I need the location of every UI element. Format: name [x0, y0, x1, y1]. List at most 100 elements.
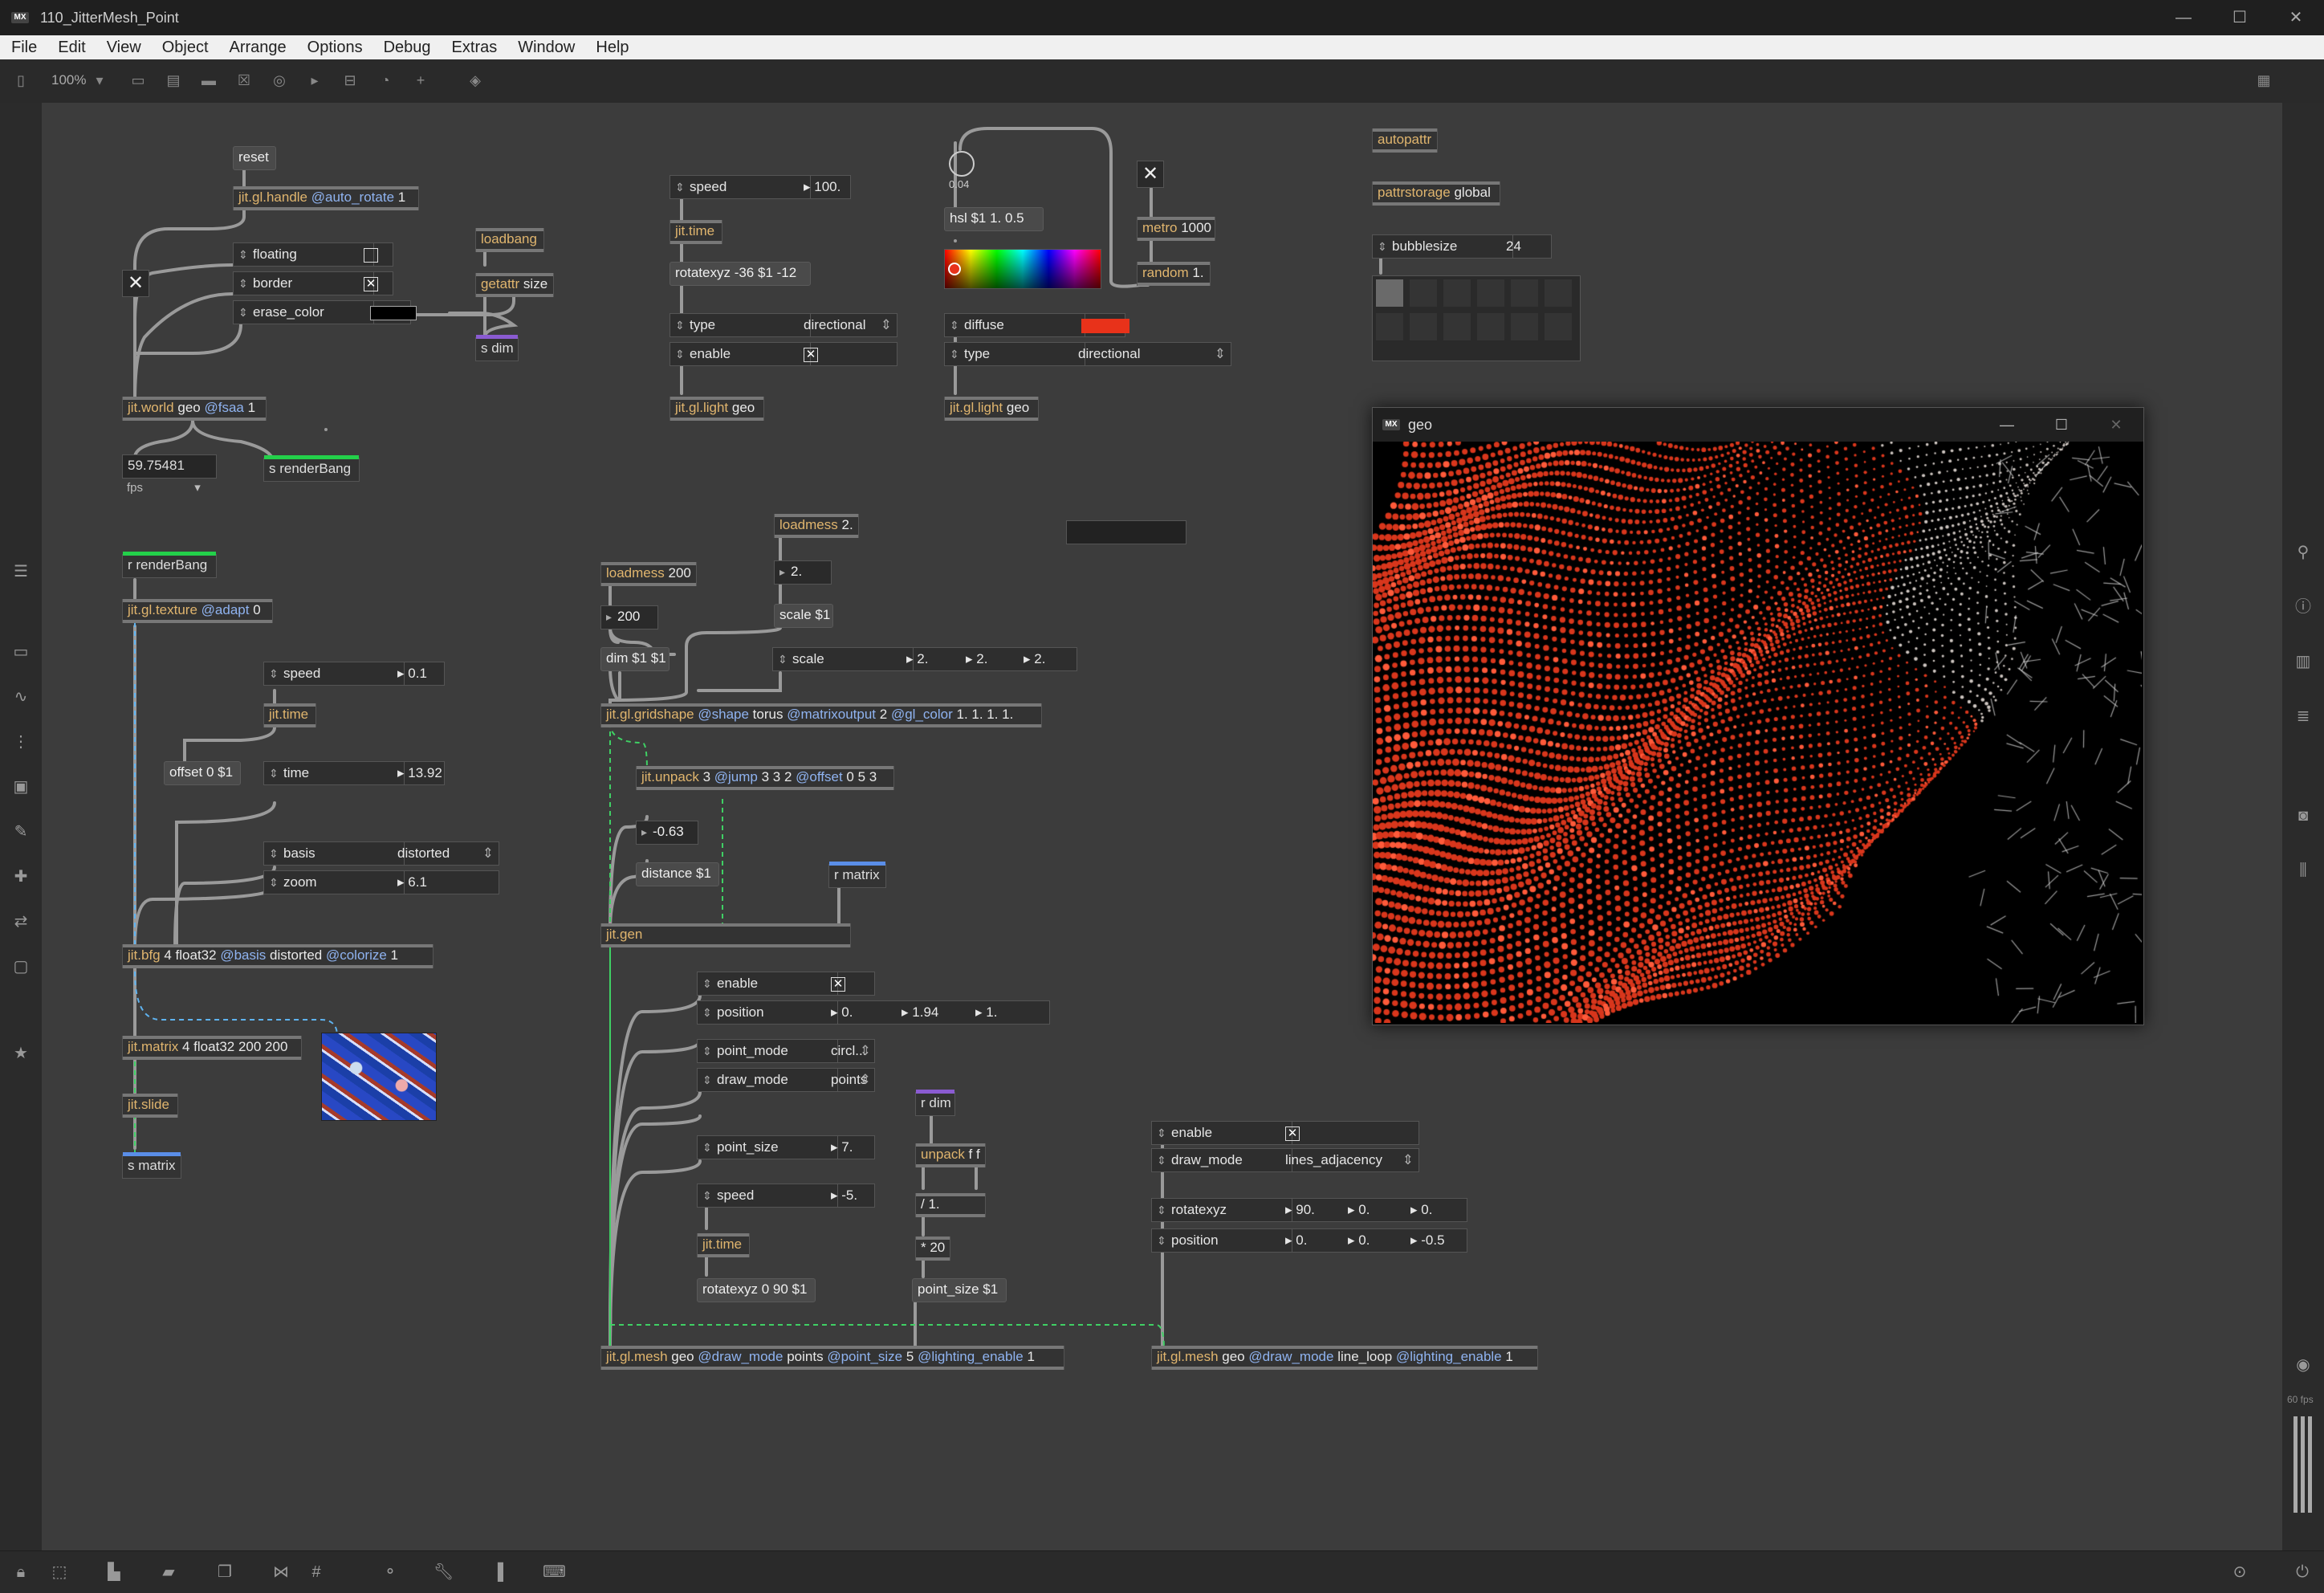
point-mode-attrui[interactable]: point_mode circl... ⇕ [697, 1039, 875, 1063]
preset-cell[interactable] [1410, 279, 1437, 307]
mesh2-position-attrui[interactable]: position ▸ 0. ▸ 0. ▸ -0.5 [1151, 1228, 1467, 1253]
preset-cell[interactable] [1545, 313, 1572, 340]
basis-attrui[interactable]: basis distorted ⇕ [263, 841, 499, 866]
rotatexyz-message-1[interactable]: rotatexyz -36 $1 -12 [670, 262, 811, 286]
light-enable-checkbox-1[interactable]: ✕ [804, 347, 818, 362]
speed-attrui-time[interactable]: speed ▸ 100. [670, 175, 851, 199]
preset-cell[interactable] [1545, 279, 1572, 307]
jit-matrix-object[interactable]: jit.matrix 4 float32 200 200 [122, 1036, 302, 1060]
metro-toggle[interactable]: ✕ [1137, 161, 1164, 188]
geo-render-canvas[interactable] [1373, 442, 2142, 1023]
speed-attrui-bfg[interactable]: speed ▸ 0.1 [263, 662, 445, 686]
diffuse-attrui[interactable]: diffuse [944, 313, 1129, 337]
color-swatch-picker[interactable] [944, 249, 1101, 289]
jit-gl-light-object-1[interactable]: jit.gl.light geo [670, 397, 764, 421]
dim-message[interactable]: dim $1 $1 [600, 647, 670, 671]
geo-maximize-button[interactable]: ☐ [2034, 408, 2089, 442]
dim-number[interactable]: 200 [600, 605, 658, 629]
draw-mode-attrui-2[interactable]: draw_mode lines_adjacency ⇕ [1151, 1148, 1419, 1172]
preset-cell[interactable] [1376, 279, 1403, 307]
jit-time-object-1[interactable]: jit.time [263, 703, 316, 727]
loadmess-2-object[interactable]: loadmess 2. [774, 514, 859, 538]
random-object[interactable]: random 1. [1137, 262, 1211, 286]
zoom-attrui[interactable]: zoom ▸ 6.1 [263, 870, 499, 894]
receive-matrix-object[interactable]: r matrix [828, 862, 886, 888]
mesh2-enable-attrui[interactable]: enable ✕ [1151, 1121, 1419, 1145]
jit-slide-object[interactable]: jit.slide [122, 1094, 178, 1118]
render-toggle[interactable]: ✕ [122, 270, 149, 297]
preset-cell[interactable] [1410, 313, 1437, 340]
offset-message[interactable]: offset 0 $1 [164, 761, 241, 785]
scale-message[interactable]: scale $1 [774, 604, 833, 628]
jit-gl-gridshape-object[interactable]: jit.gl.gridshape @shape torus @matrixout… [600, 703, 1042, 727]
divide-object[interactable]: / 1. [915, 1193, 986, 1217]
light-type-attrui-2[interactable]: type directional ⇕ [944, 342, 1231, 366]
mesh2-enable-checkbox[interactable]: ✕ [1285, 1126, 1300, 1141]
metro-object[interactable]: metro 1000 [1137, 217, 1215, 241]
jit-gl-texture-object[interactable]: jit.gl.texture @adapt 0 [122, 599, 273, 623]
distance-number[interactable]: -0.63 [636, 821, 698, 845]
light-enable-attrui-1[interactable]: enable ✕ [670, 342, 897, 366]
autopattr-object[interactable]: autopattr [1372, 128, 1438, 153]
preset-grid[interactable] [1372, 275, 1581, 361]
receive-dim-object[interactable]: r dim [915, 1090, 955, 1116]
point-size-message[interactable]: point_size $1 [912, 1278, 1007, 1302]
jit-unpack-object[interactable]: jit.unpack 3 @jump 3 3 2 @offset 0 5 3 [636, 766, 894, 790]
preset-cell[interactable] [1376, 313, 1403, 340]
jit-world-object[interactable]: jit.world geo @fsaa 1 [122, 397, 267, 421]
bubblesize-attrui[interactable]: bubblesize 24 [1372, 234, 1552, 259]
preset-cell[interactable] [1443, 279, 1471, 307]
mesh-enable-attrui[interactable]: enable ✕ [697, 972, 875, 996]
fps-number[interactable]: 59.75481 [122, 454, 217, 479]
time-attrui[interactable]: time ▸ 13.92 [263, 761, 445, 785]
mesh2-rotatexyz-attrui[interactable]: rotatexyz ▸ 90. ▸ 0. ▸ 0. [1151, 1198, 1467, 1222]
geo-minimize-button[interactable]: — [1980, 408, 2034, 442]
receive-renderbang-object[interactable]: r renderBang [122, 552, 217, 578]
getattr-object[interactable]: getattr size [475, 273, 554, 297]
jit-gl-light-object-2[interactable]: jit.gl.light geo [944, 397, 1039, 421]
floating-attrui[interactable]: floating [233, 242, 393, 267]
preset-cell[interactable] [1511, 279, 1538, 307]
erase-color-attrui[interactable]: erase_color [233, 300, 417, 324]
preset-cell[interactable] [1477, 313, 1504, 340]
preset-cell[interactable] [1443, 313, 1471, 340]
erase-color-swatch[interactable] [370, 305, 417, 320]
distance-message[interactable]: distance $1 [636, 862, 719, 886]
jit-gl-mesh-object-2[interactable]: jit.gl.mesh geo @draw_mode line_loop @li… [1151, 1346, 1538, 1370]
scale-number[interactable]: 2. [774, 560, 832, 585]
scale-attrui[interactable]: scale ▸ 2. ▸ 2. ▸ 2. [772, 647, 1077, 671]
floating-checkbox[interactable] [364, 247, 378, 263]
pattrstorage-object[interactable]: pattrstorage global [1372, 181, 1500, 206]
rotatexyz-message-2[interactable]: rotatexyz 0 90 $1 [697, 1278, 816, 1302]
send-renderbang-object[interactable]: s renderBang [263, 455, 360, 482]
preset-cell[interactable] [1511, 313, 1538, 340]
hue-dial[interactable] [949, 151, 975, 177]
send-matrix-object[interactable]: s matrix [122, 1152, 181, 1179]
preset-cell[interactable] [1477, 279, 1504, 307]
loadbang-object[interactable]: loadbang [475, 228, 544, 252]
jit-time-object-2[interactable]: jit.time [670, 220, 722, 244]
jit-gl-mesh-object-1[interactable]: jit.gl.mesh geo @draw_mode points @point… [600, 1346, 1064, 1370]
draw-mode-attrui-1[interactable]: draw_mode points ⇕ [697, 1068, 875, 1092]
mesh-enable-checkbox[interactable]: ✕ [831, 976, 845, 992]
mesh-position-attrui[interactable]: position ▸ 0. ▸ 1.94 ▸ 1. [697, 1000, 1050, 1025]
geo-close-button[interactable]: ✕ [2089, 408, 2143, 442]
hsl-message[interactable]: hsl $1 1. 0.5 [944, 207, 1044, 231]
jit-gen-object[interactable]: jit.gen [600, 923, 851, 947]
jit-time-object-3[interactable]: jit.time [697, 1233, 750, 1257]
geo-render-window[interactable]: MX geo — ☐ ✕ [1372, 407, 2144, 1025]
fps-dropdown[interactable]: fps ▾ [127, 480, 201, 495]
point-size-attrui[interactable]: point_size ▸ 7. [697, 1135, 875, 1159]
multiply-object[interactable]: * 20 [915, 1237, 950, 1261]
send-dim-object[interactable]: s dim [475, 335, 519, 361]
light-type-attrui-1[interactable]: type directional ⇕ [670, 313, 897, 337]
loadmess-200-object[interactable]: loadmess 200 [600, 562, 697, 586]
speed-attrui-rot[interactable]: speed ▸ -5. [697, 1184, 875, 1208]
border-checkbox[interactable]: ✕ [364, 276, 378, 291]
jit-gl-handle-object[interactable]: jit.gl.handle @auto_rotate 1 [233, 186, 419, 210]
border-attrui[interactable]: border ✕ [233, 271, 393, 295]
jit-bfg-object[interactable]: jit.bfg 4 float32 @basis distorted @colo… [122, 944, 433, 968]
reset-message[interactable]: reset [233, 146, 276, 170]
diffuse-color-swatch[interactable] [1081, 318, 1129, 333]
unpack-ff-object[interactable]: unpack f f [915, 1143, 986, 1167]
